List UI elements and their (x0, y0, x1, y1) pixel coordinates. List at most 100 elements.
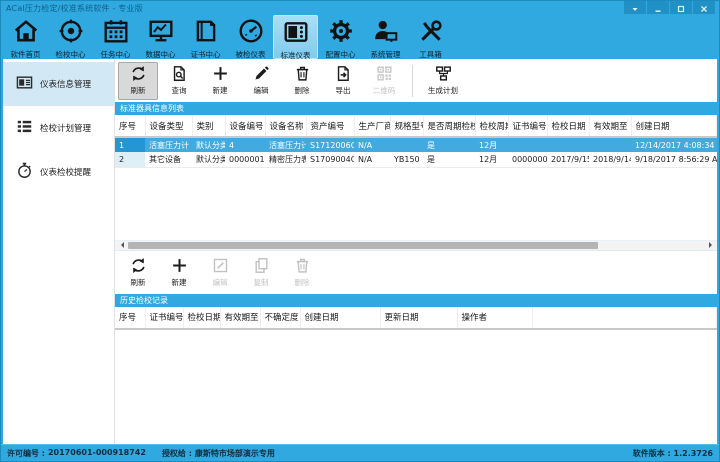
ribbon-tab-system-management[interactable]: 系统管理 (363, 15, 408, 59)
history-copy-button: 复制 (241, 253, 281, 291)
gauge-icon (238, 18, 264, 48)
refresh-icon (130, 257, 147, 276)
table-row[interactable]: 2 其它设备 默认分类 0000001 精密压力表 S1709004CN N/A… (115, 152, 717, 167)
empty-area (115, 168, 717, 240)
column-header[interactable]: 设备类型 (145, 115, 192, 137)
scroll-left-arrow[interactable] (115, 240, 126, 251)
history-delete-button: 删除 (282, 253, 322, 291)
column-header[interactable]: 检校日期 (547, 115, 589, 137)
version-info: 软件版本 : 1.2.3726 (633, 448, 713, 459)
empty-area (115, 330, 717, 445)
app-body: 仪表信息管理 检校计划管理 仪表检校提醒 刷新 查询 (3, 59, 717, 444)
qrcode-icon (376, 65, 393, 84)
close-icon (700, 0, 708, 17)
column-header[interactable]: 是否周期检校 (423, 115, 475, 137)
ribbon-tab-certificate-center[interactable]: 证书中心 (183, 15, 228, 59)
history-table: 序号 证书编号 检校日期 有效期至 不确定度 创建日期 更新日期 操作者 (115, 307, 717, 330)
delete-button[interactable]: 删除 (282, 62, 322, 100)
table-row-selected[interactable]: 1 活塞压力计 默认分类 4 活塞压力计 S1712006CN N/A 是 12… (115, 137, 717, 152)
column-header[interactable]: 序号 (115, 115, 145, 137)
column-header[interactable]: 操作者 (457, 307, 532, 329)
sidebar-item-calibration-plan-management[interactable]: 检校计划管理 (3, 106, 114, 150)
user-admin-icon (373, 18, 399, 48)
stopwatch-icon (16, 162, 33, 183)
certificate-book-icon (193, 18, 219, 48)
column-header[interactable]: 设备编号 (225, 115, 265, 137)
column-header[interactable]: 创建日期 (300, 307, 380, 329)
column-header[interactable]: 证书编号 (508, 115, 547, 137)
minimize-icon (654, 0, 662, 17)
license-info: 许可编号 :20170601-000918742 授权给 :康斯特市场部演示专用 (7, 448, 633, 459)
history-toolbar: 刷新 新建 编辑 复制 删除 (115, 251, 717, 294)
sidebar: 仪表信息管理 检校计划管理 仪表检校提醒 (3, 59, 115, 444)
home-icon (13, 18, 39, 48)
column-header[interactable]: 类别 (192, 115, 225, 137)
style-menu-button[interactable] (624, 1, 646, 14)
export-document-icon (335, 65, 352, 84)
scroll-right-arrow[interactable] (706, 240, 717, 251)
instrument-panel-icon (283, 19, 309, 49)
sidebar-item-instrument-info-management[interactable]: 仪表信息管理 (3, 62, 114, 106)
status-bar: 许可编号 :20170601-000918742 授权给 :康斯特市场部演示专用… (1, 444, 719, 461)
instrument-card-icon (16, 74, 33, 95)
minimize-button[interactable] (647, 1, 669, 14)
copy-icon (253, 257, 270, 276)
column-header[interactable]: 设备名称 (265, 115, 306, 137)
refresh-icon (130, 65, 147, 84)
ribbon-tab-data-center[interactable]: 数据中心 (138, 15, 183, 59)
ribbon-tab-standard-instruments[interactable]: 标准仪表 (273, 15, 318, 59)
column-header[interactable]: 不确定度 (260, 307, 300, 329)
column-header[interactable]: 有效期至 (220, 307, 260, 329)
plan-diagram-icon (435, 65, 452, 84)
search-document-icon (171, 65, 188, 84)
refresh-button[interactable]: 刷新 (118, 62, 158, 100)
export-button[interactable]: 导出 (323, 62, 363, 100)
history-refresh-button[interactable]: 刷新 (118, 253, 158, 291)
column-header[interactable]: 更新日期 (380, 307, 457, 329)
monitor-chart-icon (148, 18, 174, 48)
history-edit-button: 编辑 (200, 253, 240, 291)
standards-table: 序号 设备类型 类别 设备编号 设备名称 资产编号 生产厂商 规格型号 是否周期… (115, 115, 717, 168)
query-button[interactable]: 查询 (159, 62, 199, 100)
column-header[interactable]: 有效期至 (589, 115, 631, 137)
plus-icon (212, 65, 229, 84)
edit-button[interactable]: 编辑 (241, 62, 281, 100)
horizontal-scrollbar[interactable] (115, 240, 717, 251)
new-button[interactable]: 新建 (200, 62, 240, 100)
tools-icon (418, 18, 444, 48)
sidebar-item-calibration-reminder[interactable]: 仪表检校提醒 (3, 150, 114, 194)
column-header (532, 307, 717, 329)
ribbon-tab-device-under-test[interactable]: 被检仪表 (228, 15, 273, 59)
close-button[interactable] (693, 1, 715, 14)
history-section-header: 历史检校记录 (115, 294, 717, 307)
column-header[interactable]: 生产厂商 (354, 115, 390, 137)
scrollbar-thumb[interactable] (128, 242, 598, 249)
maximize-button[interactable] (670, 1, 692, 14)
column-header[interactable]: 创建日期 (631, 115, 717, 137)
column-header[interactable]: 证书编号 (145, 307, 183, 329)
main-content: 刷新 查询 新建 编辑 删除 (115, 59, 717, 444)
pencil-icon (253, 65, 270, 84)
column-header[interactable]: 规格型号 (390, 115, 423, 137)
column-header[interactable]: 序号 (115, 307, 145, 329)
trash-icon (294, 65, 311, 84)
column-header[interactable]: 检校周期 (475, 115, 508, 137)
window-controls (623, 1, 715, 14)
target-icon (58, 18, 84, 48)
maximize-icon (677, 0, 685, 17)
scrollbar-track[interactable] (126, 241, 706, 250)
history-new-button[interactable]: 新建 (159, 253, 199, 291)
ribbon-tab-config-center[interactable]: 配置中心 (318, 15, 363, 59)
generate-plan-button[interactable]: 生成计划 (420, 62, 466, 100)
ribbon-tab-toolbox[interactable]: 工具箱 (408, 15, 453, 59)
toolbar-separator (412, 65, 413, 97)
ribbon-tab-software-home[interactable]: 软件首页 (3, 15, 48, 59)
edit-square-icon (212, 257, 229, 276)
plus-icon (171, 257, 188, 276)
ribbon-tab-calibration-center[interactable]: 检校中心 (48, 15, 93, 59)
gear-icon (328, 18, 354, 48)
ribbon-tab-task-center[interactable]: 任务中心 (93, 15, 138, 59)
column-header[interactable]: 检校日期 (183, 307, 220, 329)
column-header[interactable]: 资产编号 (306, 115, 354, 137)
history-table-header-row: 序号 证书编号 检校日期 有效期至 不确定度 创建日期 更新日期 操作者 (115, 307, 717, 329)
